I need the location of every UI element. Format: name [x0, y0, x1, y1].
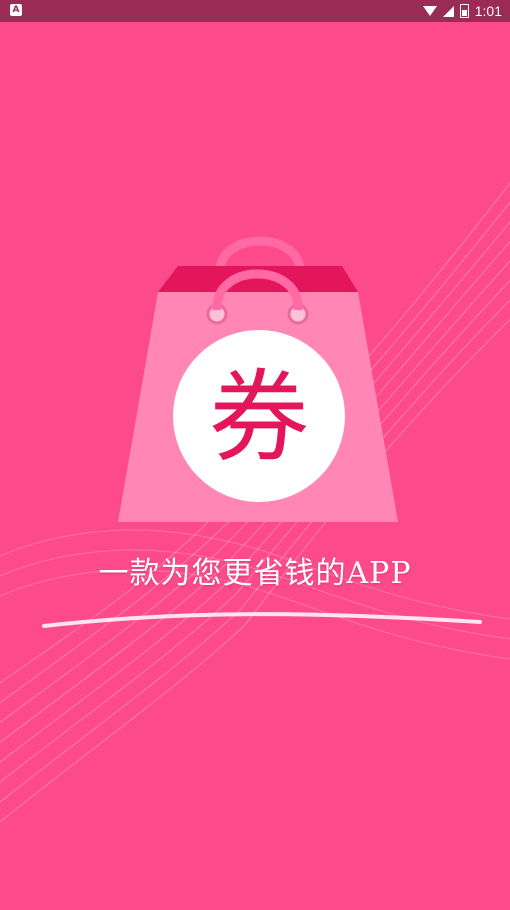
bag-handle-back [215, 236, 305, 270]
tagline: 一款为您更省钱的APP [98, 556, 412, 591]
coupon-glyph: 券 [209, 359, 309, 476]
app-logo: 券 [0, 0, 510, 906]
